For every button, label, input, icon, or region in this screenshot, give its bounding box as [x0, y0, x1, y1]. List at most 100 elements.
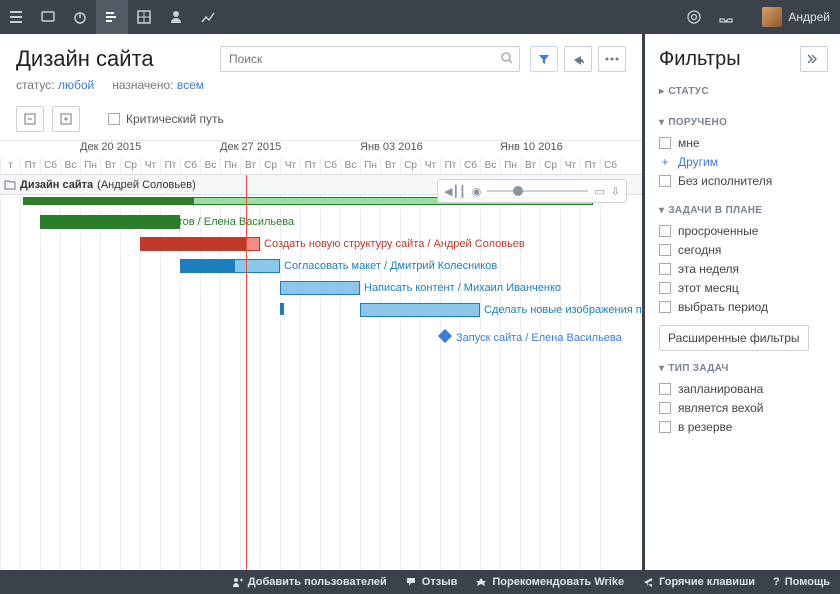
- search-icon[interactable]: [500, 51, 514, 65]
- collapse-all-button[interactable]: [52, 106, 80, 132]
- filter-section-type[interactable]: ▾ ТИП ЗАДАЧ: [659, 363, 828, 374]
- search-field: [220, 46, 520, 72]
- footer-hotkeys[interactable]: Горячие клавиши: [642, 576, 755, 588]
- timer-icon[interactable]: [64, 0, 96, 34]
- footer-recommend[interactable]: Порекомендовать Wrike: [475, 576, 624, 588]
- filter-item[interactable]: Без исполнителя: [659, 174, 828, 188]
- assigned-filter[interactable]: назначено: всем: [112, 78, 204, 92]
- gantt-grid: [0, 175, 642, 570]
- day-cell: Сб: [40, 157, 60, 174]
- advanced-filters-button[interactable]: Расширенные фильтры: [659, 325, 809, 351]
- footer-help[interactable]: ?Помощь: [773, 576, 830, 588]
- gantt-chart[interactable]: Дек 20 2015Дек 27 2015Янв 03 2016Янв 10 …: [0, 141, 642, 570]
- week-label: Янв 03 2016: [360, 141, 423, 153]
- collapse-panel-button[interactable]: [800, 46, 828, 72]
- avatar[interactable]: [762, 7, 782, 27]
- user-name[interactable]: Андрей: [788, 10, 830, 24]
- day-cell: Пн: [220, 157, 240, 174]
- day-cell: Вс: [60, 157, 80, 174]
- milestone-marker[interactable]: [440, 331, 450, 344]
- task-label[interactable]: Создать новую структуру сайта / Андрей С…: [264, 237, 525, 251]
- footer-add-users[interactable]: Добавить пользователей: [231, 576, 387, 588]
- chevron-down-icon: ▾: [659, 363, 664, 374]
- filter-item[interactable]: в резерве: [659, 420, 828, 434]
- filters-panel: Фильтры ▸ СТАТУС ▾ ПОРУЧЕНО мне Другим Б…: [645, 34, 840, 570]
- filter-item[interactable]: просроченные: [659, 224, 828, 238]
- filter-item[interactable]: мне: [659, 136, 828, 150]
- critical-path-toggle[interactable]: Критический путь: [108, 112, 224, 126]
- day-cell: Пт: [160, 157, 180, 174]
- day-cell: Ср: [120, 157, 140, 174]
- page-title: Дизайн сайта: [16, 46, 154, 72]
- task-bar[interactable]: [140, 237, 260, 251]
- expand-all-button[interactable]: [16, 106, 44, 132]
- zoom-fit-icon[interactable]: ◉: [472, 185, 482, 198]
- filter-item[interactable]: этот месяц: [659, 281, 828, 295]
- day-cell: Чт: [420, 157, 440, 174]
- analytics-icon[interactable]: [192, 0, 224, 34]
- footer-feedback[interactable]: Отзыв: [405, 576, 458, 588]
- task-fragment[interactable]: [280, 303, 284, 315]
- zoom-snapshot-icon[interactable]: ▭: [594, 185, 604, 198]
- filters-title: Фильтры: [659, 48, 741, 71]
- milestone-label[interactable]: Запуск сайта / Елена Васильева: [456, 331, 622, 345]
- task-label[interactable]: Согласовать макет / Дмитрий Колесников: [284, 259, 497, 273]
- user-icon[interactable]: [160, 0, 192, 34]
- filter-item[interactable]: является вехой: [659, 401, 828, 415]
- timeline-days: ПтСбВсПнВтСрЧтПтСбВсПнВтСрЧтПтСбВсПнВтСр…: [0, 157, 642, 175]
- search-input[interactable]: [220, 46, 520, 72]
- day-cell: Вт: [100, 157, 120, 174]
- filter-item[interactable]: запланирована: [659, 382, 828, 396]
- task-label[interactable]: Написать контент / Михаил Иванченко: [364, 281, 561, 295]
- task-label[interactable]: Сделать новые изображения продукта / Дми…: [484, 303, 642, 317]
- chevron-down-icon: ▾: [659, 117, 664, 128]
- filter-item[interactable]: эта неделя: [659, 262, 828, 276]
- zoom-control[interactable]: ◀┃┃ ◉ ▭ ⇩: [437, 179, 627, 203]
- day-cell: Вт: [520, 157, 540, 174]
- filter-button[interactable]: [530, 46, 558, 72]
- week-label: Янв 10 2016: [500, 141, 563, 153]
- day-cell: Сб: [180, 157, 200, 174]
- filter-section-assigned[interactable]: ▾ ПОРУЧЕНО: [659, 117, 828, 128]
- filter-section-inplan[interactable]: ▾ ЗАДАЧИ В ПЛАНЕ: [659, 205, 828, 216]
- today-marker: [246, 175, 247, 570]
- more-button[interactable]: [598, 46, 626, 72]
- day-cell: Вс: [340, 157, 360, 174]
- day-cell: Вс: [480, 157, 500, 174]
- zoom-export-icon[interactable]: ⇩: [611, 185, 620, 198]
- tray-icon[interactable]: [710, 0, 742, 34]
- day-cell: Вт: [380, 157, 400, 174]
- nav-left-group: [0, 0, 224, 34]
- menu-icon[interactable]: [0, 0, 32, 34]
- day-cell: Ср: [400, 157, 420, 174]
- task-bar[interactable]: [280, 281, 360, 295]
- filter-item-add-other[interactable]: Другим: [659, 155, 828, 169]
- task-bar[interactable]: [360, 303, 480, 317]
- filter-section-status[interactable]: ▸ СТАТУС: [659, 86, 828, 97]
- chevron-right-icon: ▸: [659, 86, 664, 97]
- day-cell: Ср: [540, 157, 560, 174]
- gantt-view-icon[interactable]: [96, 0, 128, 34]
- inbox-icon[interactable]: [32, 0, 64, 34]
- day-cell: Чт: [280, 157, 300, 174]
- table-view-icon[interactable]: [128, 0, 160, 34]
- filter-item[interactable]: сегодня: [659, 243, 828, 257]
- folder-icon: [4, 180, 16, 190]
- zoom-out-icon[interactable]: ◀┃┃: [444, 185, 466, 198]
- status-filter[interactable]: статус: любой: [16, 78, 94, 92]
- day-cell: Пн: [360, 157, 380, 174]
- chevron-down-icon: ▾: [659, 205, 664, 216]
- day-cell: Вс: [200, 157, 220, 174]
- day-cell: Сб: [320, 157, 340, 174]
- day-cell: Пт: [580, 157, 600, 174]
- share-button[interactable]: [564, 46, 592, 72]
- day-cell: Пн: [80, 157, 100, 174]
- day-cell: Пт: [440, 157, 460, 174]
- task-bar[interactable]: [180, 259, 280, 273]
- day-cell: Ср: [260, 157, 280, 174]
- mention-icon[interactable]: [678, 0, 710, 34]
- day-cell: Чт: [560, 157, 580, 174]
- filter-item[interactable]: выбрать период: [659, 300, 828, 314]
- task-label[interactable]: Получить отзывы от клиентов / Елена Васи…: [42, 215, 294, 229]
- day-cell: Пт: [300, 157, 320, 174]
